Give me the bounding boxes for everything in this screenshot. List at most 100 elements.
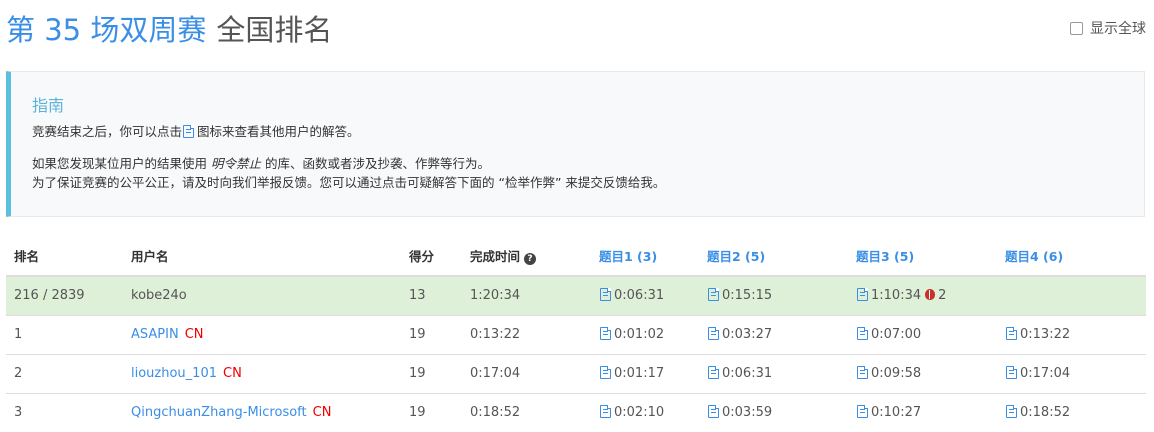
problem-2-time: 0:15:15 [722,288,773,304]
solution-doc-icon[interactable] [708,327,719,340]
solution-doc-icon[interactable] [1006,327,1017,340]
show-global-label[interactable]: 显示全球 [1090,18,1146,38]
problem-1-cell[interactable]: 0:01:02 [591,315,699,355]
col-problem-1[interactable]: 题目1 (3) [591,236,699,277]
col-finish-time: 完成时间? [462,236,591,277]
username-cell: ASAPIN CN [123,315,401,355]
score-cell: 13 [401,276,462,316]
problem-1-cell[interactable]: 0:06:31 [591,276,699,316]
problem-4-time: 0:18:52 [1020,405,1071,420]
problem-3-time: 0:09:58 [871,366,922,381]
solution-doc-icon[interactable] [600,405,611,418]
solution-doc-icon[interactable] [857,327,868,340]
guide-forbidden-text: 明令禁止 [211,156,262,171]
problem-3-time: 0:10:27 [871,405,922,420]
username-cell: kobe24o [123,276,401,316]
solution-doc-icon[interactable] [1006,366,1017,379]
problem-3-time: 0:07:00 [871,327,922,342]
username-cell: liouzhou_101 CN [123,354,401,394]
region-badge: CN [223,366,242,381]
rank-cell: 216 / 2839 [6,276,123,316]
problem-4-cell[interactable]: 0:13:22 [997,315,1146,355]
problem-1-cell[interactable]: 0:01:17 [591,354,699,394]
table-row: 3 QingchuanZhang-Microsoft CN 19 0:18:52 … [6,393,1146,432]
solution-doc-icon[interactable] [708,366,719,379]
solution-doc-icon[interactable] [600,288,611,302]
col-problem-2[interactable]: 题目2 (5) [699,236,848,277]
bug-icon [925,289,936,301]
show-global-checkbox[interactable] [1070,21,1083,35]
solution-doc-icon[interactable] [1006,405,1017,418]
score-cell: 19 [401,354,462,394]
solution-doc-icon[interactable] [600,327,611,340]
page-title: 第 35 场双周赛 全国排名 [6,8,332,48]
finish-time-cell: 1:20:34 [462,276,591,316]
guide-line-1-pre: 竞赛结束之后，你可以点击 [32,124,183,139]
problem-3-time: 1:10:34 [871,288,922,304]
problem-2-time: 0:03:59 [722,405,773,420]
solution-doc-icon[interactable] [708,405,719,418]
problem-3-cell[interactable]: 1:10:34 2 [848,276,997,316]
score-cell: 19 [401,393,462,432]
finish-time-cell: 0:17:04 [462,354,591,394]
question-icon[interactable]: ? [524,253,537,265]
username-cell: QingchuanZhang-Microsoft CN [123,393,401,432]
finish-time-cell: 0:18:52 [462,393,591,432]
username-link[interactable]: QingchuanZhang-Microsoft [131,405,307,420]
col-finish-time-label: 完成时间 [470,249,521,264]
guide-panel: 指南 竞赛结束之后，你可以点击 图标来查看其他用户的解答。 如果您发现某位用户的结… [6,71,1145,217]
score-cell: 19 [401,315,462,355]
guide-line-1-post: 图标来查看其他用户的解答。 [197,124,360,139]
problem-1-time: 0:06:31 [614,288,665,304]
solution-doc-icon[interactable] [708,288,719,302]
problem-4-cell[interactable]: 0:17:04 [997,354,1146,394]
problem-3-cell[interactable]: 0:07:00 [848,315,997,355]
problem-3-cell[interactable]: 0:10:27 [848,393,997,432]
problem-4-cell [997,276,1146,316]
wrong-attempts-count: 2 [938,288,947,304]
problem-2-cell[interactable]: 0:06:31 [699,354,848,394]
problem-2-time: 0:03:27 [722,327,773,342]
solution-doc-icon[interactable] [857,405,868,418]
problem-1-time: 0:02:10 [614,405,665,420]
problem-4-cell[interactable]: 0:18:52 [997,393,1146,432]
username-link[interactable]: liouzhou_101 [131,366,217,381]
table-header-row: 排名 用户名 得分 完成时间? 题目1 (3) 题目2 (5) 题目3 (5) … [6,236,1146,277]
region-badge: CN [312,405,332,420]
region-badge: CN [184,327,204,342]
rank-cell: 3 [6,393,123,432]
col-problem-4[interactable]: 题目4 (6) [997,236,1146,277]
col-problem-3[interactable]: 题目3 (5) [848,236,997,277]
problem-3-cell[interactable]: 0:09:58 [848,354,997,394]
contest-title[interactable]: 第 35 场双周赛 [6,7,206,49]
solution-doc-icon[interactable] [857,288,868,302]
guide-line-3: 为了保证竞赛的公平公正，请及时向我们举报反馈。您可以通过点击可疑解答下面的 “检… [32,175,666,190]
table-row: 2 liouzhou_101 CN 19 0:17:04 0:01:17 0:06… [6,354,1146,394]
guide-title: 指南 [32,96,65,115]
col-user: 用户名 [123,236,401,277]
guide-line-2-pre: 如果您发现某位用户的结果使用 [32,156,208,171]
col-score: 得分 [401,236,462,277]
rank-cell: 1 [6,315,123,355]
solution-doc-icon[interactable] [857,366,868,379]
problem-2-cell[interactable]: 0:15:15 [699,276,848,316]
show-global-toggle[interactable]: 显示全球 [1070,18,1146,38]
problem-4-time: 0:13:22 [1020,327,1071,342]
solution-doc-icon [183,125,195,138]
problem-2-time: 0:06:31 [722,366,773,381]
username-link[interactable]: ASAPIN [131,327,179,342]
guide-line-2-post: 的库、函数或者涉及抄袭、作弊等行为。 [265,156,491,171]
my-rank-row: 216 / 2839 kobe24o 13 1:20:34 0:06:31 0:… [6,276,1146,316]
guide-line-2: 如果您发现某位用户的结果使用 明令禁止 的库、函数或者涉及抄袭、作弊等行为。 [32,154,1144,173]
problem-1-cell[interactable]: 0:02:10 [591,393,699,432]
problem-2-cell[interactable]: 0:03:59 [699,393,848,432]
problem-1-time: 0:01:17 [614,366,665,381]
col-rank: 排名 [6,236,123,277]
ranking-title: 全国排名 [216,13,333,47]
guide-line-1: 竞赛结束之后，你可以点击 图标来查看其他用户的解答。 [32,122,1144,141]
ranking-table: 排名 用户名 得分 完成时间? 题目1 (3) 题目2 (5) 题目3 (5) … [6,236,1146,432]
problem-2-cell[interactable]: 0:03:27 [699,315,848,355]
table-row: 1 ASAPIN CN 19 0:13:22 0:01:02 0:03:27 0:… [6,315,1146,355]
solution-doc-icon[interactable] [600,366,611,379]
finish-time-cell: 0:13:22 [462,315,591,355]
